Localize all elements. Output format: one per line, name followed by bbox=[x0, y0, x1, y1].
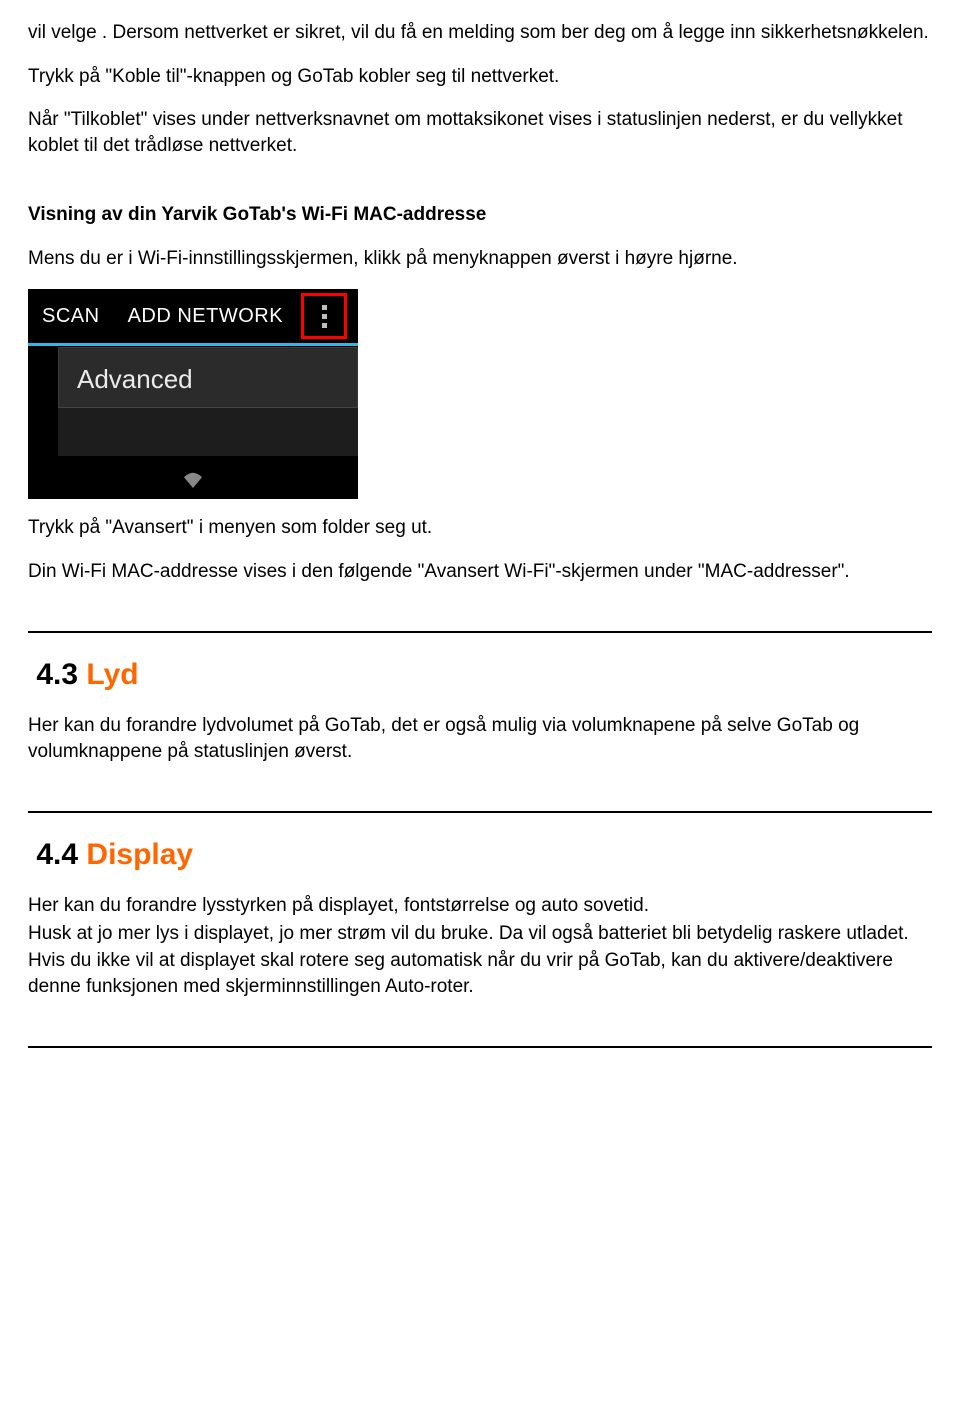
section-44-p2: Husk at jo mer lys i displayet, jo mer s… bbox=[28, 921, 932, 947]
add-network-button-label: ADD NETWORK bbox=[114, 303, 298, 330]
section-44-heading: 4.4 Display bbox=[28, 835, 932, 876]
android-topbar: SCAN ADD NETWORK bbox=[28, 289, 358, 343]
mac-paragraph-2: Trykk på "Avansert" i menyen som folder … bbox=[28, 515, 932, 541]
section-44-p1: Her kan du forandre lysstyrken på displa… bbox=[28, 893, 932, 919]
section-divider bbox=[28, 631, 932, 633]
overflow-menu-icon bbox=[322, 305, 327, 328]
section-44-p3: Hvis du ikke vil at displayet skal roter… bbox=[28, 948, 932, 999]
section-43-body: Her kan du forandre lydvolumet på GoTab,… bbox=[28, 713, 932, 764]
paragraph-intro-3: Når "Tilkoblet" vises under nettverksnav… bbox=[28, 107, 932, 158]
mac-heading: Visning av din Yarvik GoTab's Wi-Fi MAC-… bbox=[28, 202, 932, 228]
section-divider bbox=[28, 811, 932, 813]
section-divider bbox=[28, 1046, 932, 1048]
section-43-title: Lyd bbox=[86, 658, 138, 691]
android-screenshot: SCAN ADD NETWORK Advanced bbox=[28, 289, 358, 499]
section-44-number: 4.4 bbox=[36, 838, 78, 871]
mac-paragraph-1: Mens du er i Wi-Fi-innstillingsskjermen,… bbox=[28, 246, 932, 272]
wifi-icon bbox=[182, 470, 204, 488]
dropdown-advanced: Advanced bbox=[58, 347, 358, 412]
android-accent-line bbox=[28, 343, 358, 346]
dropdown-empty-row bbox=[58, 407, 358, 456]
scan-button-label: SCAN bbox=[28, 303, 114, 330]
mac-paragraph-3: Din Wi-Fi MAC-addresse vises i den følge… bbox=[28, 559, 932, 585]
paragraph-intro-2: Trykk på "Koble til"-knappen og GoTab ko… bbox=[28, 64, 932, 90]
section-43-heading: 4.3 Lyd bbox=[28, 655, 932, 696]
paragraph-intro-1: vil velge . Dersom nettverket er sikret,… bbox=[28, 20, 932, 46]
section-44-title: Display bbox=[86, 838, 193, 871]
menu-highlight-box bbox=[301, 293, 347, 339]
wifi-icon-row bbox=[28, 463, 358, 495]
section-43-number: 4.3 bbox=[36, 658, 78, 691]
